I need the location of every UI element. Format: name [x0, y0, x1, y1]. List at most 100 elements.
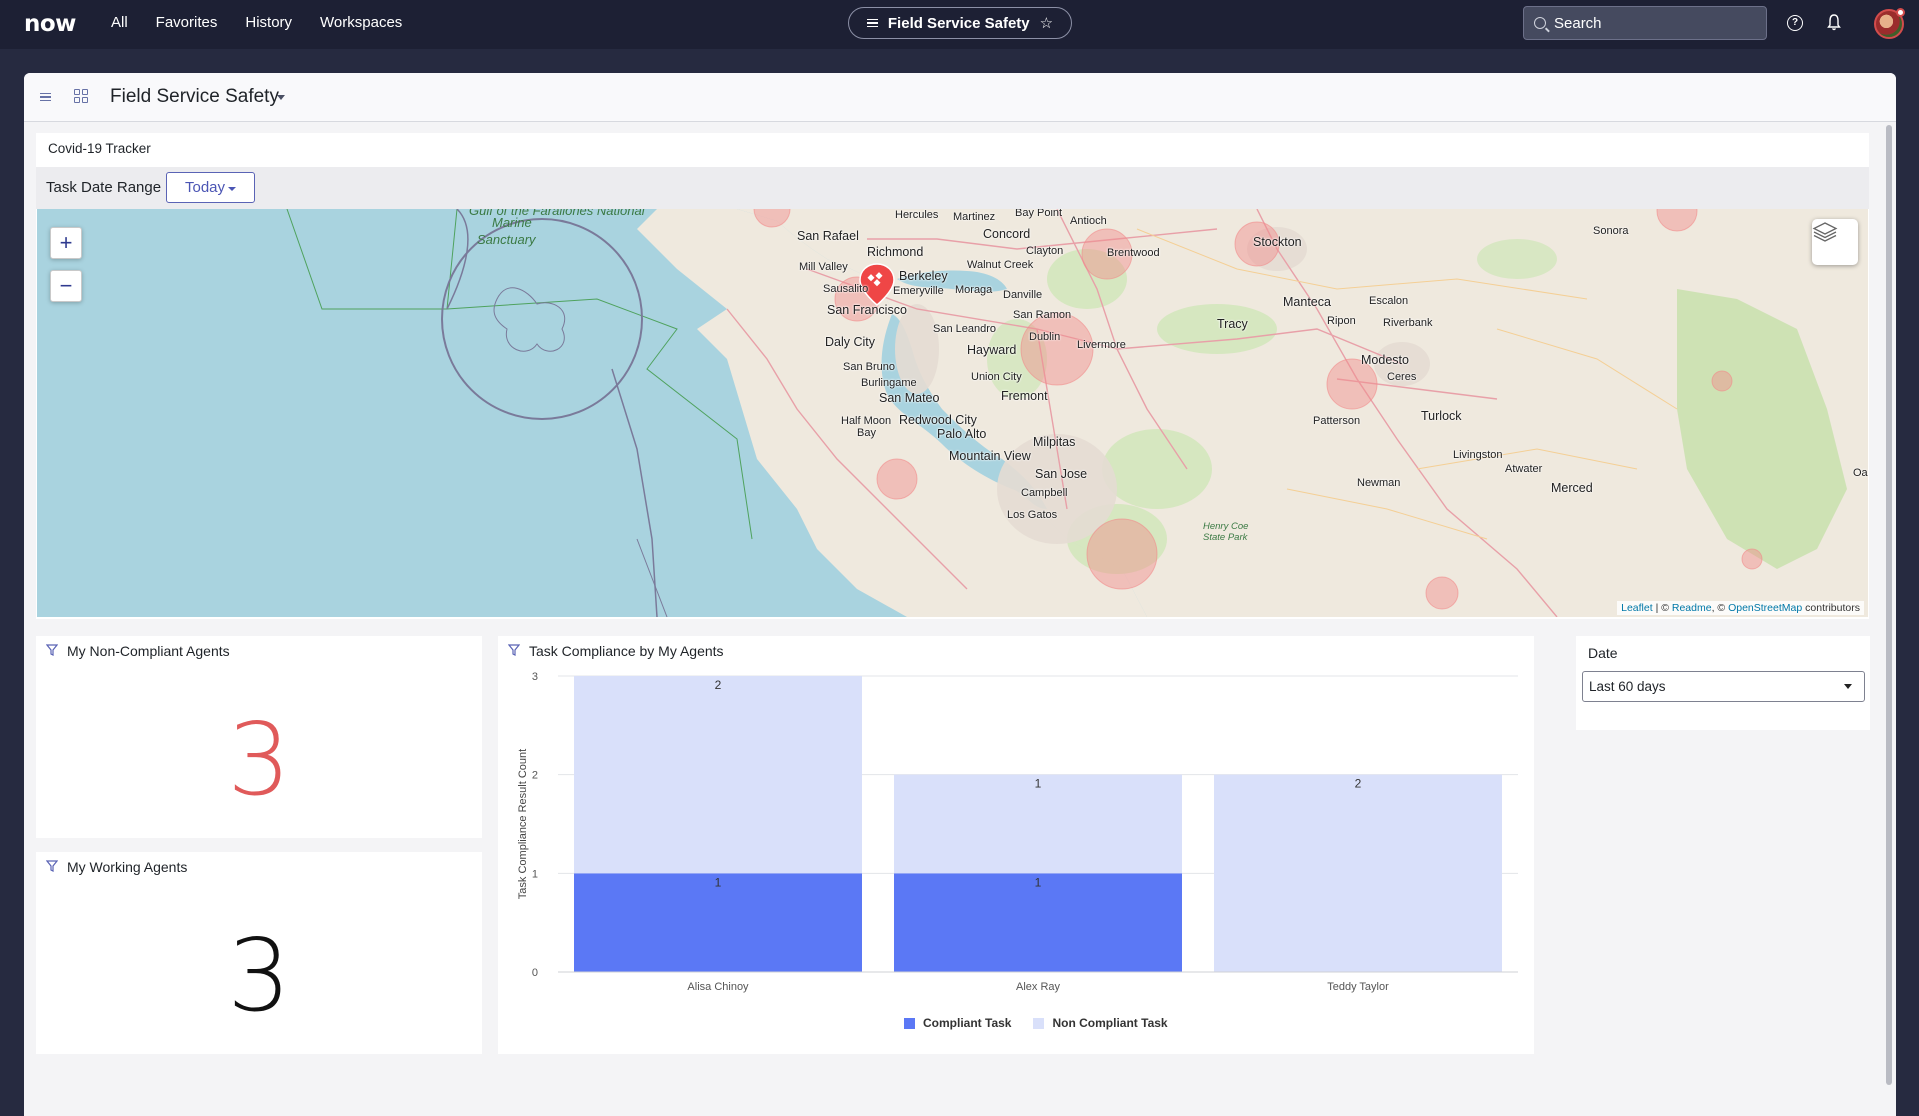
date-filter-value: Last 60 days: [1589, 679, 1666, 694]
map-label: Stockton: [1253, 235, 1302, 249]
tracker-title: Covid-19 Tracker: [48, 141, 151, 156]
readme-link[interactable]: Readme: [1672, 602, 1712, 614]
working-agents-card[interactable]: My Working Agents 3: [36, 852, 482, 1054]
date-filter-select[interactable]: Last 60 days: [1582, 671, 1865, 702]
y-axis-label: Task Compliance Result Count: [517, 749, 529, 899]
y-tick-label: 0: [532, 967, 538, 979]
map-label: Clayton: [1026, 245, 1064, 257]
search-icon: [1534, 17, 1546, 29]
data-label: 2: [715, 678, 722, 692]
map-label: Brentwood: [1107, 247, 1160, 259]
dashboard-grid-icon[interactable]: [74, 89, 88, 103]
attribution-text: | ©: [1652, 602, 1672, 614]
nav-favorites[interactable]: Favorites: [156, 14, 218, 31]
map-label: Daly City: [825, 335, 876, 349]
map-label: Berkeley: [899, 269, 948, 283]
map-label: Newman: [1357, 477, 1401, 489]
map-label: Marine: [492, 215, 532, 230]
chevron-down-icon[interactable]: [277, 95, 285, 100]
filter-icon[interactable]: [46, 644, 58, 656]
legend-item-non-compliant[interactable]: Non Compliant Task: [1033, 1016, 1168, 1030]
non-compliant-agents-card[interactable]: My Non-Compliant Agents 3: [36, 636, 482, 838]
global-search-input[interactable]: Search: [1523, 6, 1767, 40]
non-compliant-agents-count[interactable]: 3: [36, 710, 482, 810]
map-label: Oa: [1853, 467, 1868, 479]
nav-history[interactable]: History: [245, 14, 292, 31]
map-label: Atwater: [1505, 463, 1543, 475]
map-label: Richmond: [867, 245, 924, 259]
working-agents-count[interactable]: 3: [36, 926, 482, 1026]
workspace-header: Field Service Safety: [24, 73, 1896, 122]
x-tick-label: Alisa Chinoy: [687, 981, 749, 993]
map-label: San Ramon: [1013, 309, 1072, 321]
user-avatar[interactable]: [1874, 8, 1905, 39]
bar-segment[interactable]: [574, 676, 862, 874]
covid-map[interactable]: Gulf of the Farallones National Marine S…: [37, 209, 1868, 617]
star-icon[interactable]: ☆: [1040, 14, 1053, 32]
map-label: Mountain View: [949, 449, 1031, 463]
data-label: 1: [1035, 777, 1042, 791]
map-label: Patterson: [1313, 415, 1361, 427]
map-zoom-in-button[interactable]: +: [50, 227, 82, 259]
task-date-range-dropdown[interactable]: Today: [166, 172, 255, 203]
bar-segment[interactable]: [1214, 774, 1502, 972]
map-label: Hayward: [967, 343, 1017, 357]
map-label: Dublin: [1029, 331, 1061, 343]
vertical-scrollbar[interactable]: [1886, 125, 1892, 1085]
map-label: Merced: [1551, 481, 1593, 495]
data-label: 2: [1355, 777, 1362, 791]
layers-icon: [1812, 222, 1838, 242]
data-label: 1: [1035, 875, 1042, 889]
openstreetmap-link[interactable]: OpenStreetMap: [1728, 602, 1802, 614]
map-label: Burlingame: [861, 377, 917, 389]
card-title: My Non-Compliant Agents: [67, 643, 230, 659]
y-tick-label: 3: [532, 671, 538, 683]
map-label: Sonora: [1593, 225, 1629, 237]
menu-icon[interactable]: [40, 93, 51, 101]
map-label: San Rafael: [797, 229, 859, 243]
current-page-pill[interactable]: Field Service Safety ☆: [848, 7, 1072, 39]
leaflet-link[interactable]: Leaflet: [1621, 602, 1653, 614]
map-label: Moraga: [955, 284, 993, 296]
caret-down-icon: [228, 186, 237, 191]
filter-icon[interactable]: [46, 860, 58, 872]
map-label: Redwood City: [899, 413, 977, 427]
map-label: Livermore: [1077, 339, 1126, 351]
list-icon: [866, 19, 878, 27]
map-zoom-out-button[interactable]: −: [50, 270, 82, 302]
compliance-bar-chart[interactable]: 0123Task Compliance Result Count 12Alisa …: [498, 636, 1534, 1054]
map-label: Bay Point: [1015, 209, 1063, 219]
main-nav-links: All Favorites History Workspaces: [111, 14, 402, 31]
attribution-text: contributors: [1802, 602, 1860, 614]
map-label: Palo Alto: [937, 427, 987, 441]
map-label: San Francisco: [827, 303, 907, 317]
legend-item-compliant[interactable]: Compliant Task: [904, 1016, 1011, 1030]
servicenow-logo[interactable]: now: [24, 11, 76, 37]
map-label: Danville: [1003, 289, 1043, 301]
card-title: My Working Agents: [67, 859, 188, 875]
map-label: Riverbank: [1383, 317, 1433, 329]
workspace-panel: Field Service Safety Covid-19 Tracker Ta…: [24, 73, 1896, 1116]
map-label: Los Gatos: [1007, 509, 1058, 521]
help-icon[interactable]: ?: [1787, 15, 1803, 31]
nav-workspaces[interactable]: Workspaces: [320, 14, 402, 31]
x-tick-label: Teddy Taylor: [1327, 981, 1389, 993]
caret-down-icon: [1844, 684, 1852, 689]
map-label: Manteca: [1283, 295, 1331, 309]
nav-all[interactable]: All: [111, 14, 128, 31]
legend-swatch: [904, 1017, 915, 1029]
task-date-range-label: Task Date Range: [46, 179, 162, 196]
map-label: Modesto: [1361, 353, 1409, 367]
map-label: Hercules: [895, 209, 939, 221]
map-layers-button[interactable]: [1812, 219, 1858, 265]
bell-icon[interactable]: [1827, 14, 1841, 31]
y-tick-label: 1: [532, 868, 538, 880]
map-label: Emeryville: [893, 285, 944, 297]
map-label: Ceres: [1387, 371, 1417, 383]
map-label: Sausalito: [823, 283, 869, 295]
dashboard-title[interactable]: Field Service Safety: [110, 86, 279, 108]
attribution-text: , ©: [1711, 602, 1729, 614]
current-page-title: Field Service Safety: [887, 14, 1030, 32]
search-placeholder: Search: [1554, 14, 1602, 32]
map-label: Campbell: [1021, 487, 1068, 499]
